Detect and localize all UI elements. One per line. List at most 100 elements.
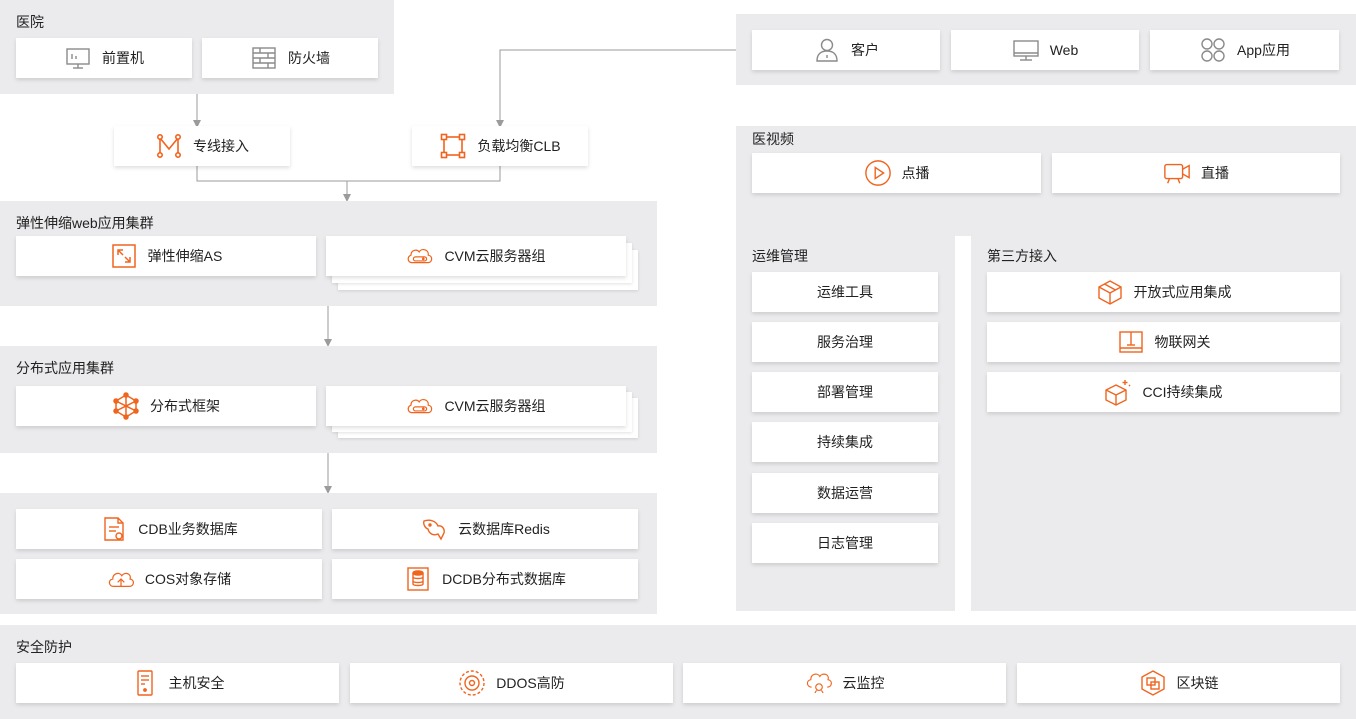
live-card[interactable]: 直播 <box>1052 153 1340 193</box>
redis-card[interactable]: 云数据库Redis <box>332 509 638 549</box>
firewall-label: 防火墙 <box>288 50 330 66</box>
dedicated-line-card[interactable]: 专线接入 <box>114 126 290 166</box>
third-party-panel: 第三方接入 开放式应用集成 物联网关 CCI持续集成 <box>971 236 1356 611</box>
box-icon <box>1096 278 1124 306</box>
host-security-label: 主机安全 <box>168 675 225 691</box>
video-camera-icon <box>1163 159 1191 187</box>
cloud-server-icon <box>406 392 434 420</box>
cloud-server-icon <box>406 242 434 270</box>
framework-icon <box>112 392 140 420</box>
firewall-card[interactable]: 防火墙 <box>202 38 378 78</box>
cloud-monitor-label: 云监控 <box>842 675 885 691</box>
integration-box-icon <box>1104 378 1132 406</box>
front-machine-label: 前置机 <box>102 50 144 66</box>
dedicated-line-label: 专线接入 <box>193 138 249 154</box>
load-balancer-icon <box>439 132 467 160</box>
redis-label: 云数据库Redis <box>458 521 550 537</box>
shield-gear-icon <box>458 669 486 697</box>
iot-gateway-card[interactable]: 物联网关 <box>987 322 1340 362</box>
ops-item[interactable]: 日志管理 <box>752 523 938 563</box>
app-label: App应用 <box>1237 42 1290 58</box>
ops-item[interactable]: 服务治理 <box>752 322 938 362</box>
ops-item[interactable]: 持续集成 <box>752 422 938 462</box>
blockchain-icon <box>1139 669 1167 697</box>
third-party-title: 第三方接入 <box>987 248 1057 264</box>
distributed-db-icon <box>404 565 432 593</box>
ops-item[interactable]: 数据运营 <box>752 473 938 513</box>
video-panel: 医视频 点播 直播 <box>736 126 1356 236</box>
app-card[interactable]: App应用 <box>1150 30 1339 70</box>
vod-card[interactable]: 点播 <box>752 153 1041 193</box>
cos-label: COS对象存储 <box>144 571 232 587</box>
elastic-cluster-title: 弹性伸缩web应用集群 <box>16 215 154 231</box>
dcdb-label: DCDB分布式数据库 <box>442 571 566 587</box>
elastic-cluster-panel: 弹性伸缩web应用集群 弹性伸缩AS CVM云服务器组 <box>0 201 657 306</box>
ops-panel: 运维管理 运维工具 服务治理 部署管理 持续集成 数据运营 日志管理 <box>736 236 955 611</box>
cdb-label: CDB业务数据库 <box>138 521 238 537</box>
monitor-icon <box>64 44 92 72</box>
redis-icon <box>420 515 448 543</box>
ops-item-label: 日志管理 <box>817 535 873 551</box>
hospital-panel: 医院 前置机 防火墙 <box>0 0 394 94</box>
dcdb-card[interactable]: DCDB分布式数据库 <box>332 559 638 599</box>
ops-item-label: 运维工具 <box>817 284 873 300</box>
expand-icon <box>110 242 138 270</box>
clb-label: 负载均衡CLB <box>477 138 561 154</box>
desktop-icon <box>1012 36 1040 64</box>
cdb-card[interactable]: CDB业务数据库 <box>16 509 322 549</box>
cvm-group-label-1: CVM云服务器组 <box>444 248 546 264</box>
distributed-framework-label: 分布式框架 <box>150 398 220 414</box>
distributed-cluster-panel: 分布式应用集群 分布式框架 CVM云服务器组 <box>0 346 657 453</box>
front-machine-card[interactable]: 前置机 <box>16 38 192 78</box>
cvm-group-label-2: CVM云服务器组 <box>444 398 546 414</box>
blockchain-card[interactable]: 区块链 <box>1017 663 1340 703</box>
cvm-group-card-1[interactable]: CVM云服务器组 <box>326 236 626 276</box>
host-security-card[interactable]: 主机安全 <box>16 663 339 703</box>
cvm-stack-2: CVM云服务器组 <box>326 386 638 442</box>
customer-label: 客户 <box>851 42 879 58</box>
security-panel: 安全防护 主机安全 DDOS高防 云监控 区块链 <box>0 625 1356 719</box>
ddos-label: DDOS高防 <box>496 675 565 691</box>
iot-gateway-label: 物联网关 <box>1154 334 1211 350</box>
web-label: Web <box>1049 42 1079 58</box>
cci-card[interactable]: CCI持续集成 <box>987 372 1340 412</box>
cvm-group-card-2[interactable]: CVM云服务器组 <box>326 386 626 426</box>
open-integration-card[interactable]: 开放式应用集成 <box>987 272 1340 312</box>
vod-label: 点播 <box>901 165 930 181</box>
elastic-as-card[interactable]: 弹性伸缩AS <box>16 236 316 276</box>
clb-card[interactable]: 负载均衡CLB <box>412 126 588 166</box>
database-doc-icon <box>100 515 128 543</box>
web-card[interactable]: Web <box>951 30 1139 70</box>
blockchain-label: 区块链 <box>1176 675 1219 691</box>
user-icon <box>813 36 841 64</box>
ops-title: 运维管理 <box>752 248 808 264</box>
ops-item[interactable]: 运维工具 <box>752 272 938 312</box>
hospital-title: 医院 <box>16 14 44 30</box>
server-icon <box>131 669 159 697</box>
elastic-as-label: 弹性伸缩AS <box>147 248 223 264</box>
ops-item-label: 服务治理 <box>817 334 873 350</box>
database-panel: CDB业务数据库 云数据库Redis COS对象存储 DCDB分布式数据库 <box>0 493 657 614</box>
clients-panel: 客户 Web App应用 <box>736 14 1356 85</box>
cvm-stack-1: CVM云服务器组 <box>326 236 638 292</box>
cloud-monitor-card[interactable]: 云监控 <box>683 663 1006 703</box>
video-title: 医视频 <box>752 131 794 147</box>
ops-item-label: 持续集成 <box>817 434 873 450</box>
dedicated-line-icon <box>155 132 183 160</box>
firewall-icon <box>250 44 278 72</box>
open-integration-label: 开放式应用集成 <box>1133 284 1232 300</box>
customer-card[interactable]: 客户 <box>752 30 940 70</box>
live-label: 直播 <box>1201 165 1229 181</box>
cloud-monitor-icon <box>805 669 833 697</box>
ops-item[interactable]: 部署管理 <box>752 372 938 412</box>
cloud-upload-icon <box>107 565 135 593</box>
cos-card[interactable]: COS对象存储 <box>16 559 322 599</box>
ops-item-label: 部署管理 <box>817 384 873 400</box>
play-icon <box>864 159 892 187</box>
distributed-cluster-title: 分布式应用集群 <box>16 360 114 376</box>
ops-item-label: 数据运营 <box>817 485 873 501</box>
distributed-framework-card[interactable]: 分布式框架 <box>16 386 316 426</box>
cci-label: CCI持续集成 <box>1142 384 1223 400</box>
ddos-card[interactable]: DDOS高防 <box>350 663 673 703</box>
app-grid-icon <box>1199 36 1227 64</box>
